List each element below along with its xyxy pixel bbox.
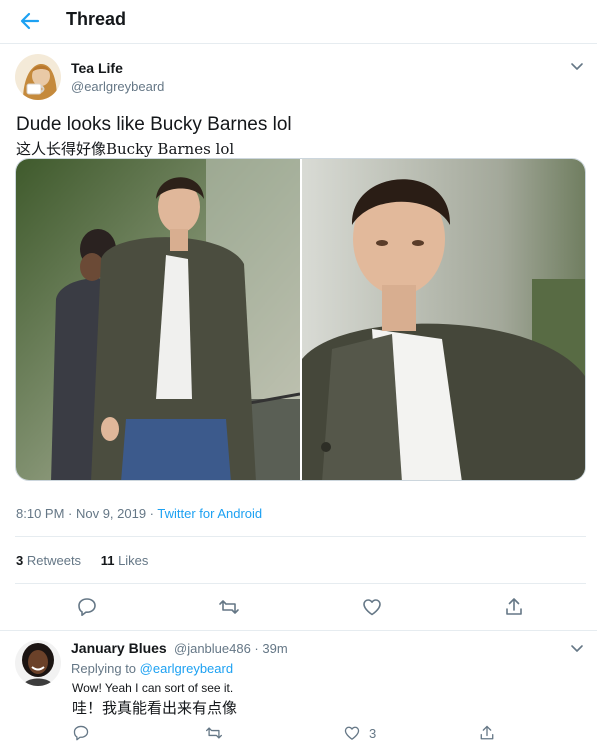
tweet-media <box>15 158 586 481</box>
page-title: Thread <box>66 9 127 29</box>
retweet-icon[interactable] <box>218 596 240 618</box>
reply-avatar[interactable] <box>15 640 61 686</box>
retweet-icon <box>205 727 223 739</box>
tweet-text-en: Dude looks like Bucky Barnes lol <box>16 114 292 135</box>
author-avatar[interactable] <box>15 54 61 100</box>
reply-text-zh: 哇！我真能看出来有点像 <box>72 699 238 717</box>
reply-share-button[interactable] <box>478 724 496 742</box>
retweets-label: Retweets <box>26 553 82 568</box>
reply-retweet-button[interactable] <box>205 724 223 742</box>
reply-likes-count: 3 <box>369 725 377 741</box>
reply-icon[interactable] <box>76 596 98 618</box>
tweet-time[interactable]: 8:10 PM · Nov 9, 2019 · <box>16 506 157 521</box>
likes-label: Likes <box>118 553 149 568</box>
reply-author-handle[interactable]: @janblue486 · 39m <box>174 641 288 656</box>
like-icon[interactable] <box>361 596 383 618</box>
reply-author-name[interactable]: January Blues <box>71 640 167 656</box>
thread-header: Thread <box>0 0 597 44</box>
replying-prefix: Replying to <box>71 661 140 676</box>
likes-stat[interactable]: 11 Likes <box>101 553 149 568</box>
tweet-stats: 3 Retweets 11 Likes <box>16 553 164 568</box>
replying-to-link[interactable]: @earlgreybeard <box>140 661 233 676</box>
replying-to: Replying to @earlgreybeard <box>71 661 233 676</box>
back-arrow-icon[interactable] <box>18 9 42 33</box>
retweets-count: 3 <box>16 553 24 568</box>
reply-text-en: Wow! Yeah I can sort of see it. <box>72 681 234 695</box>
photo-2[interactable] <box>302 159 585 480</box>
reply-reply-button[interactable] <box>72 724 90 742</box>
author-name[interactable]: Tea Life <box>71 60 123 76</box>
tweet-timestamp: 8:10 PM · Nov 9, 2019 · Twitter for Andr… <box>16 506 262 521</box>
divider <box>0 630 597 631</box>
retweets-stat[interactable]: 3 Retweets <box>16 553 81 568</box>
tweet-source-link[interactable]: Twitter for Android <box>157 506 262 521</box>
photo-1[interactable] <box>16 159 300 480</box>
likes-count: 11 <box>100 553 115 568</box>
share-icon[interactable] <box>503 596 525 618</box>
chevron-down-icon[interactable] <box>569 640 585 656</box>
divider <box>15 583 586 584</box>
share-icon <box>480 725 494 740</box>
reply-like-button[interactable]: 3 <box>343 724 376 742</box>
tweet-text-zh: 这人长得好像Bucky Barnes lol <box>16 140 235 158</box>
like-icon <box>344 726 360 740</box>
divider <box>15 536 586 537</box>
reply-icon <box>73 725 89 741</box>
chevron-down-icon[interactable] <box>569 58 585 74</box>
author-handle[interactable]: @earlgreybeard <box>71 79 164 94</box>
